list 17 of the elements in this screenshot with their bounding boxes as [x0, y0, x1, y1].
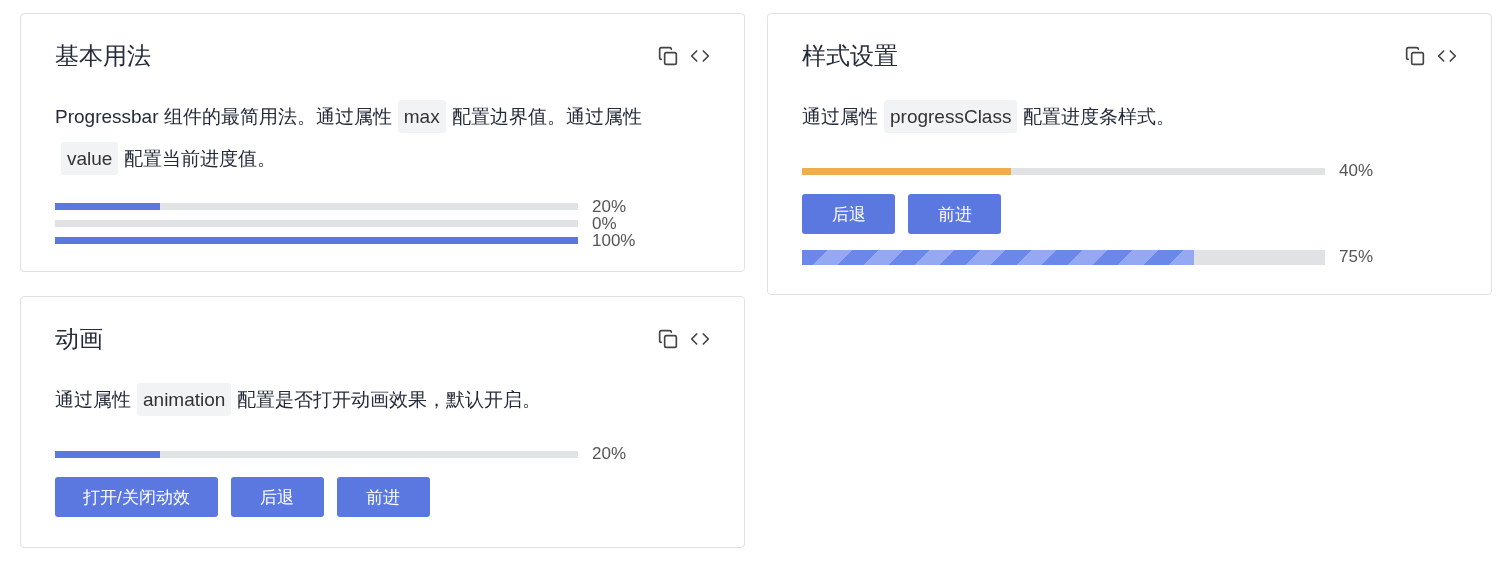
action-button[interactable]: 前进 [908, 194, 1001, 234]
card-description: 通过属性 progressClass 配置进度条样式。 [802, 96, 1457, 138]
card-title: 动画 [55, 324, 103, 354]
copy-icon[interactable] [1405, 46, 1425, 66]
copy-icon[interactable] [658, 329, 678, 349]
copy-icon[interactable] [658, 46, 678, 66]
action-button[interactable]: 后退 [802, 194, 895, 234]
progress-label: 75% [1339, 247, 1374, 267]
action-button[interactable]: 前进 [336, 477, 430, 517]
action-button[interactable]: 后退 [230, 477, 324, 517]
card-description: Progressbar 组件的最简用法。通过属性 max 配置边界值。通过属性 value 配置当前进度值。 [55, 96, 710, 180]
card-description: 通过属性 animation 配置是否打开动画效果，默认开启。 [55, 379, 710, 421]
progress-label: 20% [592, 444, 627, 464]
card-title: 样式设置 [802, 41, 898, 71]
progress-label: 40% [1339, 161, 1374, 181]
card-title: 基本用法 [55, 41, 151, 71]
action-button[interactable]: 打开/关闭动效 [55, 477, 218, 517]
